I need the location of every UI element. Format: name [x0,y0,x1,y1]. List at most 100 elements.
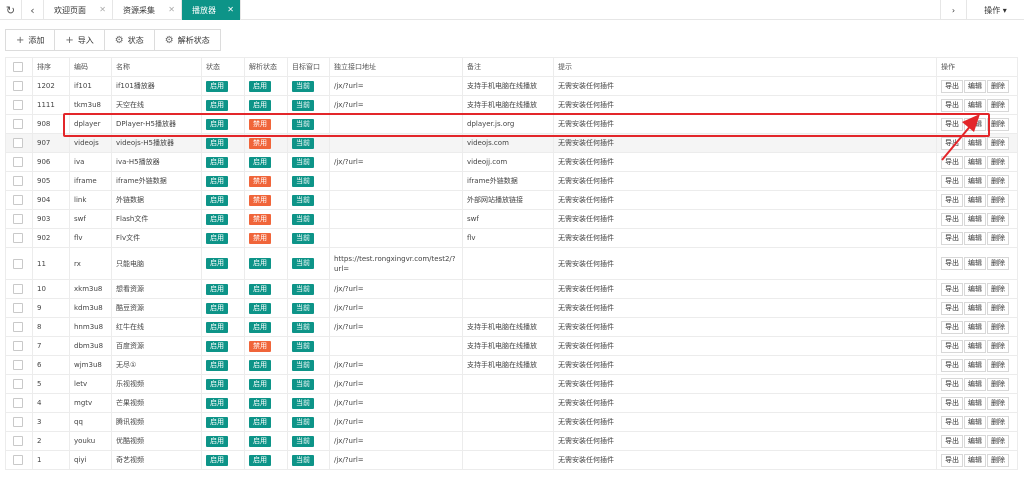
delete-button[interactable]: 删除 [987,98,1009,112]
row-checkbox[interactable] [13,214,23,224]
edit-button[interactable]: 编辑 [964,257,986,270]
export-button[interactable]: 导出 [941,231,963,245]
target-window-badge[interactable]: 当前 [292,416,314,428]
target-window-badge[interactable]: 当前 [292,80,314,92]
row-checkbox[interactable] [13,195,23,205]
target-window-badge[interactable]: 当前 [292,232,314,244]
status-badge[interactable]: 启用 [206,416,228,428]
delete-button[interactable]: 删除 [987,453,1009,467]
export-button[interactable]: 导出 [941,117,963,131]
parse-status-badge[interactable]: 启用 [249,283,271,295]
target-window-badge[interactable]: 当前 [292,397,314,409]
parse-status-badge[interactable]: 禁用 [249,232,271,244]
status-badge[interactable]: 启用 [206,232,228,244]
export-button[interactable]: 导出 [941,453,963,467]
edit-button[interactable]: 编辑 [964,320,986,334]
edit-button[interactable]: 编辑 [964,396,986,410]
export-button[interactable]: 导出 [941,320,963,334]
status-badge[interactable]: 启用 [206,118,228,130]
target-window-badge[interactable]: 当前 [292,194,314,206]
edit-button[interactable]: 编辑 [964,193,986,207]
delete-button[interactable]: 删除 [987,136,1009,150]
row-checkbox[interactable] [13,100,23,110]
row-checkbox[interactable] [13,119,23,129]
edit-button[interactable]: 编辑 [964,136,986,150]
target-window-badge[interactable]: 当前 [292,454,314,466]
export-button[interactable]: 导出 [941,155,963,169]
delete-button[interactable]: 删除 [987,339,1009,353]
edit-button[interactable]: 编辑 [964,231,986,245]
edit-button[interactable]: 编辑 [964,212,986,226]
parse-status-button[interactable]: ⚙ 解析状态 [153,29,221,51]
status-badge[interactable]: 启用 [206,340,228,352]
delete-button[interactable]: 删除 [987,282,1009,296]
tab-welcome[interactable]: 欢迎页面 ✕ [44,0,113,20]
delete-button[interactable]: 删除 [987,396,1009,410]
parse-status-badge[interactable]: 禁用 [249,340,271,352]
delete-button[interactable]: 删除 [987,212,1009,226]
parse-status-badge[interactable]: 启用 [249,359,271,371]
row-checkbox[interactable] [13,258,23,269]
status-badge[interactable]: 启用 [206,321,228,333]
export-button[interactable]: 导出 [941,434,963,448]
target-window-badge[interactable]: 当前 [292,321,314,333]
export-button[interactable]: 导出 [941,282,963,296]
row-checkbox[interactable] [13,322,23,332]
status-badge[interactable]: 启用 [206,156,228,168]
chevron-right-icon[interactable]: › [940,0,966,20]
row-checkbox[interactable] [13,398,23,408]
status-badge[interactable]: 启用 [206,80,228,92]
row-checkbox[interactable] [13,138,23,148]
add-button[interactable]: + 添加 [5,29,56,51]
status-badge[interactable]: 启用 [206,302,228,314]
chevron-left-icon[interactable]: ‹ [22,0,44,20]
edit-button[interactable]: 编辑 [964,377,986,391]
export-button[interactable]: 导出 [941,193,963,207]
edit-button[interactable]: 编辑 [964,117,986,131]
export-button[interactable]: 导出 [941,396,963,410]
row-checkbox[interactable] [13,341,23,351]
row-checkbox[interactable] [13,303,23,313]
delete-button[interactable]: 删除 [987,155,1009,169]
row-checkbox[interactable] [13,417,23,427]
top-op-dropdown[interactable]: 操作 ▾ [966,0,1024,20]
export-button[interactable]: 导出 [941,174,963,188]
parse-status-badge[interactable]: 启用 [249,302,271,314]
export-button[interactable]: 导出 [941,98,963,112]
target-window-badge[interactable]: 当前 [292,156,314,168]
delete-button[interactable]: 删除 [987,358,1009,372]
parse-status-badge[interactable]: 禁用 [249,175,271,187]
edit-button[interactable]: 编辑 [964,358,986,372]
target-window-badge[interactable]: 当前 [292,118,314,130]
row-checkbox[interactable] [13,157,23,167]
target-window-badge[interactable]: 当前 [292,258,314,269]
status-badge[interactable]: 启用 [206,137,228,149]
parse-status-badge[interactable]: 启用 [249,156,271,168]
parse-status-badge[interactable]: 启用 [249,416,271,428]
status-badge[interactable]: 启用 [206,378,228,390]
edit-button[interactable]: 编辑 [964,174,986,188]
refresh-icon[interactable]: ↻ [0,0,22,20]
target-window-badge[interactable]: 当前 [292,302,314,314]
target-window-badge[interactable]: 当前 [292,359,314,371]
target-window-badge[interactable]: 当前 [292,213,314,225]
delete-button[interactable]: 删除 [987,79,1009,93]
edit-button[interactable]: 编辑 [964,301,986,315]
export-button[interactable]: 导出 [941,301,963,315]
edit-button[interactable]: 编辑 [964,79,986,93]
parse-status-badge[interactable]: 禁用 [249,118,271,130]
parse-status-badge[interactable]: 启用 [249,321,271,333]
row-checkbox[interactable] [13,360,23,370]
delete-button[interactable]: 删除 [987,320,1009,334]
status-badge[interactable]: 启用 [206,454,228,466]
tab-resource-collect[interactable]: 资源采集 ✕ [113,0,182,20]
target-window-badge[interactable]: 当前 [292,435,314,447]
parse-status-badge[interactable]: 启用 [249,397,271,409]
parse-status-badge[interactable]: 禁用 [249,137,271,149]
delete-button[interactable]: 删除 [987,434,1009,448]
row-checkbox[interactable] [13,379,23,389]
row-checkbox[interactable] [13,455,23,465]
delete-button[interactable]: 删除 [987,415,1009,429]
status-badge[interactable]: 启用 [206,258,228,269]
edit-button[interactable]: 编辑 [964,155,986,169]
